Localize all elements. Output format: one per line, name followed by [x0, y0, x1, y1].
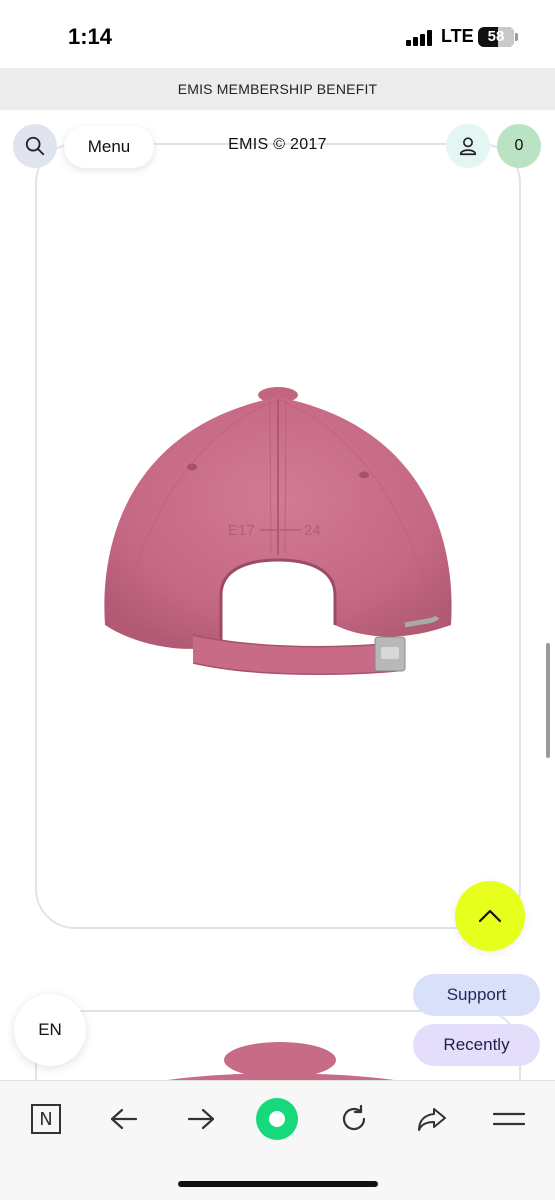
forward-button[interactable] [179, 1097, 223, 1141]
home-button[interactable] [255, 1097, 299, 1141]
back-button[interactable] [102, 1097, 146, 1141]
refresh-icon [342, 1104, 366, 1131]
language-button[interactable]: EN [14, 994, 86, 1066]
signal-icon [406, 30, 434, 46]
battery-level: 58 [487, 28, 505, 45]
menu-icon [493, 1112, 525, 1126]
refresh-button[interactable] [332, 1097, 376, 1141]
back-arrow-icon [110, 1108, 138, 1130]
embroidery-left: E17 [228, 522, 255, 539]
header: Menu EMIS © 2017 0 [0, 110, 555, 180]
embroidery-right: 24 [304, 522, 321, 539]
n-app-button[interactable]: N [24, 1097, 68, 1141]
product-image[interactable]: E17 24 [95, 385, 461, 685]
n-icon: N [31, 1104, 61, 1134]
user-icon [459, 137, 477, 156]
scrollbar[interactable] [546, 643, 550, 758]
home-indicator [178, 1181, 378, 1187]
menu-button-bottom[interactable] [487, 1097, 531, 1141]
cart-button[interactable]: 0 [497, 124, 541, 168]
status-time: 1:14 [68, 24, 113, 49]
chevron-up-icon [478, 909, 502, 923]
support-button[interactable]: Support [413, 974, 540, 1016]
scroll-to-top-button[interactable] [455, 881, 525, 951]
battery-nub [515, 33, 518, 41]
account-button[interactable] [446, 124, 490, 168]
battery-icon: 58 [478, 27, 514, 47]
share-button[interactable] [410, 1097, 454, 1141]
status-bar: 1:14 LTE 58 [0, 0, 555, 68]
home-dot-icon [256, 1098, 298, 1140]
membership-banner[interactable]: EMIS MEMBERSHIP BENEFIT [0, 68, 555, 110]
network-label: LTE [441, 26, 474, 46]
forward-arrow-icon [187, 1108, 215, 1130]
share-icon [418, 1108, 446, 1131]
recently-viewed-button[interactable]: Recently [413, 1024, 540, 1066]
